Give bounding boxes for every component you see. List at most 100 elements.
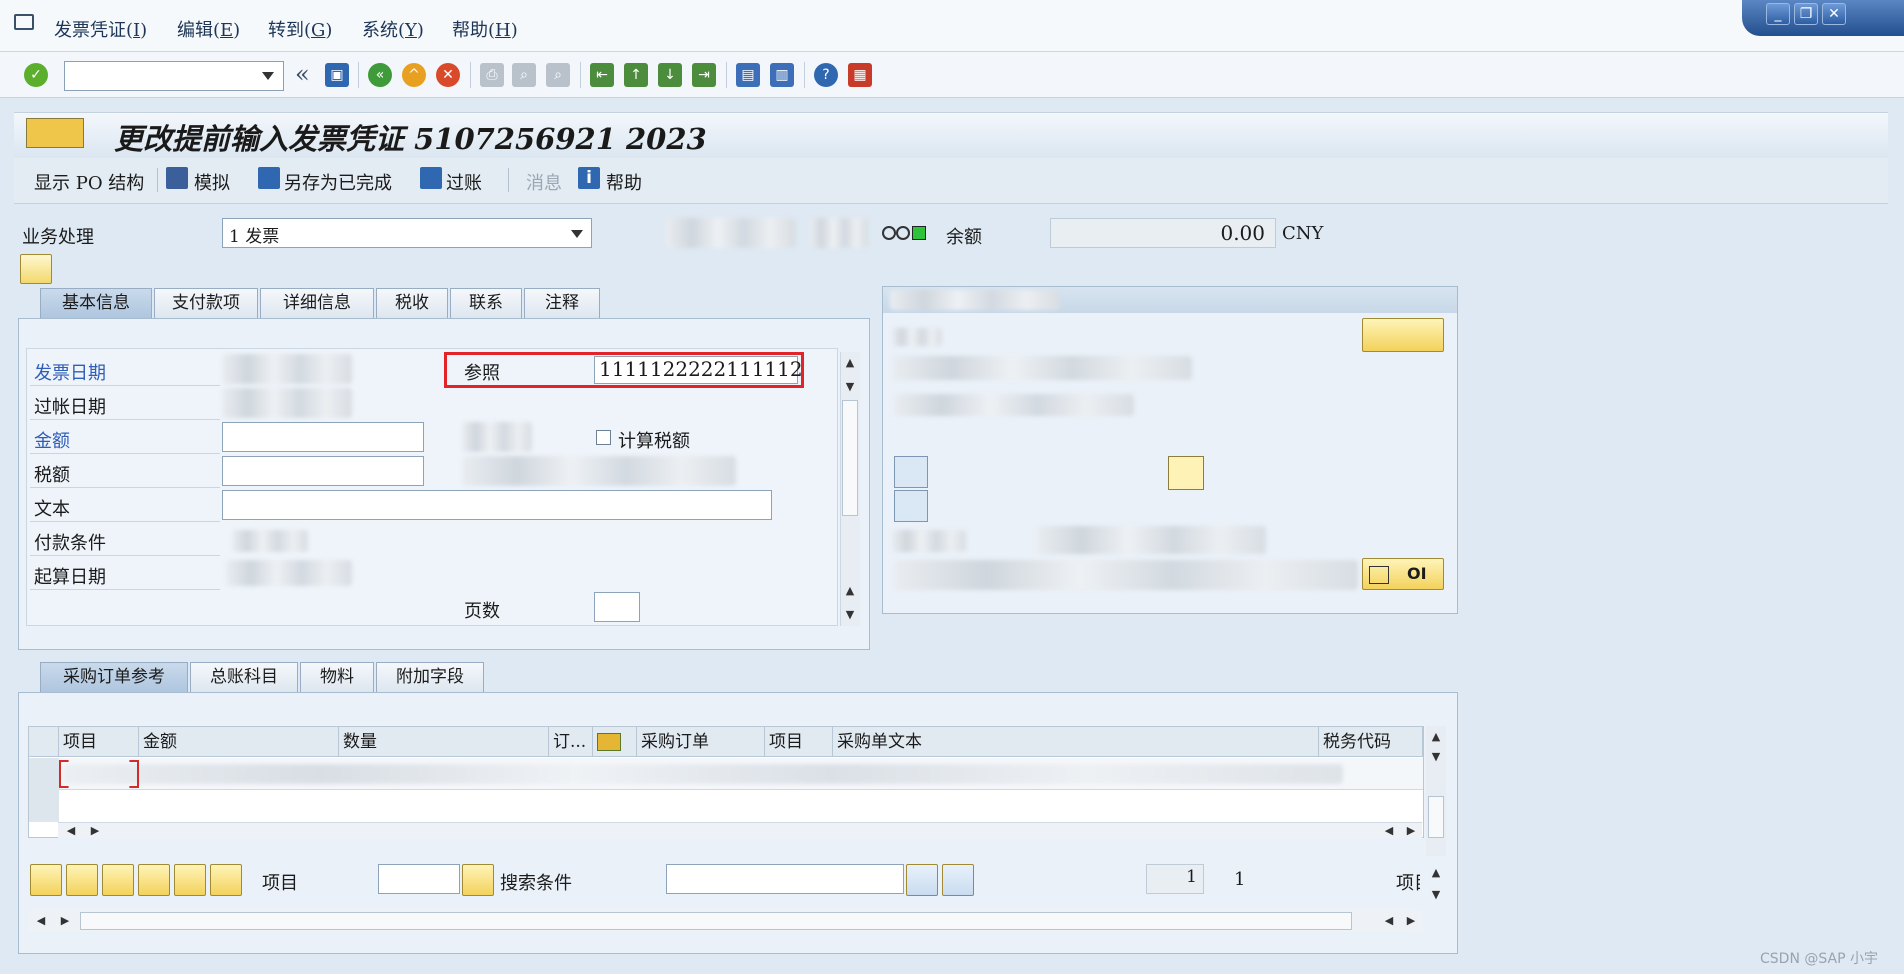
menu-invoice-document[interactable]: 发票凭证(I) — [54, 16, 147, 42]
scroll-left-icon[interactable]: ◀ — [1382, 824, 1396, 838]
text-field[interactable] — [222, 490, 772, 520]
menu-edit[interactable]: 编辑(E) — [177, 16, 240, 42]
tab-basic-data[interactable]: 基本信息 — [40, 288, 152, 318]
tax-code-field[interactable] — [462, 456, 736, 486]
tab-details[interactable]: 详细信息 — [260, 288, 374, 318]
search-criteria-field[interactable] — [666, 864, 904, 894]
vendor-detail-icon[interactable] — [894, 456, 928, 488]
cancel-icon[interactable]: ✕ — [436, 63, 460, 87]
column-order-unit[interactable]: 订... — [549, 727, 593, 757]
tab-tax[interactable]: 税收 — [376, 288, 448, 318]
filter-icon[interactable] — [210, 864, 242, 896]
tab-payment[interactable]: 支付款项 — [154, 288, 258, 318]
tab-notes[interactable]: 注释 — [524, 288, 600, 318]
scroll-down-icon[interactable]: ▼ — [1429, 750, 1443, 764]
chevron-down-icon[interactable] — [262, 72, 274, 80]
restore-button[interactable]: ❐ — [1794, 3, 1818, 25]
invoice-date-field[interactable] — [222, 354, 352, 384]
first-page-icon[interactable]: ⇤ — [590, 63, 614, 87]
find-icon[interactable] — [906, 864, 938, 896]
page-current-field[interactable]: 1 — [1146, 864, 1204, 894]
close-button[interactable]: ✕ — [1822, 3, 1846, 25]
scroll-right-icon[interactable]: ▶ — [58, 914, 72, 928]
sort-icon[interactable] — [174, 864, 206, 896]
previous-page-icon[interactable]: ↑ — [624, 63, 648, 87]
row-selector[interactable] — [29, 790, 59, 822]
scroll-right-icon[interactable]: ▶ — [1404, 824, 1418, 838]
tab-gl-account[interactable]: 总账科目 — [190, 662, 298, 692]
new-session-icon[interactable]: ▤ — [736, 63, 760, 87]
post-button[interactable]: 过账 — [446, 169, 482, 195]
find-next-icon[interactable] — [942, 864, 974, 896]
settings-icon[interactable] — [138, 864, 170, 896]
show-po-structure-button[interactable]: 显示 PO 结构 — [34, 169, 144, 195]
scroll-left-icon[interactable]: ◀ — [1382, 914, 1396, 928]
customize-layout-icon[interactable]: ▦ — [848, 63, 872, 87]
deselect-icon[interactable] — [66, 864, 98, 896]
column-po-item[interactable]: 项目 — [765, 727, 833, 757]
column-tax-code[interactable]: 税务代码 — [1319, 727, 1423, 757]
scroll-up-icon[interactable]: ▲ — [843, 356, 857, 370]
column-item[interactable]: 项目 — [59, 727, 139, 757]
item-search-field[interactable] — [378, 864, 460, 894]
menu-help[interactable]: 帮助(H) — [452, 16, 518, 42]
scroll-left-icon[interactable]: ◀ — [64, 824, 78, 838]
refresh-icon[interactable] — [102, 864, 134, 896]
scroll-up-icon[interactable]: ▲ — [1429, 866, 1443, 880]
tab-material[interactable]: 物料 — [300, 662, 374, 692]
scroll-right-icon[interactable]: ▶ — [1404, 914, 1418, 928]
command-field[interactable] — [64, 61, 284, 91]
column-purchase-order[interactable]: 采购订单 — [637, 727, 765, 757]
tab-po-reference[interactable]: 采购订单参考 — [40, 662, 188, 692]
menu-goto[interactable]: 转到(G) — [268, 16, 332, 42]
exit-icon[interactable]: ^ — [402, 63, 426, 87]
tab-additional-fields[interactable]: 附加字段 — [376, 662, 484, 692]
scroll-thumb[interactable] — [80, 912, 1352, 930]
posting-date-field[interactable] — [222, 388, 352, 418]
scroll-right-icon[interactable]: ▶ — [88, 824, 102, 838]
menu-system[interactable]: 系统(Y) — [362, 16, 424, 42]
save-as-completed-button[interactable]: 另存为已完成 — [284, 169, 392, 195]
table-row[interactable] — [29, 758, 1423, 790]
menu-icon[interactable] — [14, 14, 34, 30]
document-menu-icon[interactable] — [26, 118, 84, 148]
scroll-up-icon[interactable]: ▲ — [843, 584, 857, 598]
scroll-thumb[interactable] — [842, 400, 858, 516]
tree-toggle-button[interactable] — [20, 254, 52, 284]
vendor-bank-icon[interactable] — [1168, 456, 1204, 490]
save-icon[interactable]: ▣ — [325, 63, 349, 87]
amount-field[interactable] — [222, 422, 424, 452]
column-quantity[interactable]: 数量 — [339, 727, 549, 757]
select-all-icon[interactable] — [30, 864, 62, 896]
vendor-switch-button[interactable] — [1362, 318, 1444, 352]
pages-field[interactable] — [594, 592, 640, 622]
help-button[interactable]: 帮助 — [606, 169, 642, 195]
minimize-button[interactable]: _ — [1766, 3, 1790, 25]
nav-back-icon[interactable]: « — [295, 60, 310, 88]
column-po-text[interactable]: 采购单文本 — [833, 727, 1319, 757]
scroll-down-icon[interactable]: ▼ — [843, 608, 857, 622]
scroll-thumb[interactable] — [1428, 796, 1444, 838]
transaction-select[interactable]: 1 发票 — [222, 218, 592, 248]
scroll-down-icon[interactable]: ▼ — [843, 380, 857, 394]
scroll-up-icon[interactable]: ▲ — [1429, 730, 1443, 744]
scroll-left-icon[interactable]: ◀ — [34, 914, 48, 928]
reference-field[interactable]: 1111122222111112 — [594, 356, 803, 384]
tab-contact[interactable]: 联系 — [450, 288, 522, 318]
row-selector[interactable] — [29, 758, 59, 790]
scroll-down-icon[interactable]: ▼ — [1429, 888, 1443, 902]
column-selector[interactable] — [29, 727, 59, 757]
vendor-excel-icon[interactable] — [894, 490, 928, 522]
chevron-down-icon[interactable] — [571, 230, 583, 238]
tax-field[interactable] — [222, 456, 424, 486]
grid-h-scroll[interactable]: ◀ ▶ ◀ ▶ — [58, 822, 1422, 838]
simulate-button[interactable]: 模拟 — [194, 169, 230, 195]
panel-h-scroll[interactable]: ◀ ▶ ◀ ▶ — [28, 910, 1422, 932]
help-icon[interactable]: ? — [814, 63, 838, 87]
back-icon[interactable]: « — [368, 63, 392, 87]
grid-v-scroll[interactable]: ▲ ▼ — [1426, 726, 1446, 856]
next-page-icon[interactable]: ↓ — [658, 63, 682, 87]
shortcut-icon[interactable]: ▥ — [770, 63, 794, 87]
item-search-icon[interactable] — [462, 864, 494, 896]
enter-check-icon[interactable]: ✓ — [24, 63, 48, 87]
